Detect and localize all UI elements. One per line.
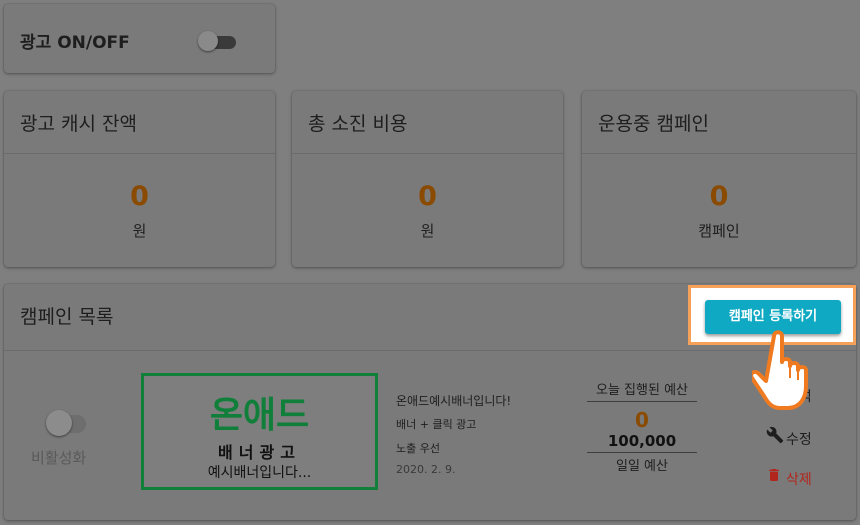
switch-knob [198,31,218,51]
ad-toggle-label: 광고 ON/OFF [20,33,130,53]
divider [582,153,856,154]
active-campaigns-value: 0 [709,181,729,212]
delete-action-label: 삭제 [786,472,812,488]
campaign-name: 온애드예시배너입니다! [396,394,512,408]
campaign-type: 배너 + 클릭 광고 [396,418,477,431]
campaign-banner-image: 온애드 배너광고 예시배너입니다... [141,373,378,490]
pointer-hand-icon [749,330,822,412]
divider [4,350,856,351]
register-campaign-button[interactable]: 캠페인 등록하기 [705,300,841,334]
wrench-icon [766,426,786,448]
ad-toggle-card: 광고 ON/OFF [4,4,275,73]
cash-balance-card: 광고 캐시 잔액 0 원 [4,91,275,267]
banner-subtitle-text: 배너광고 [218,443,301,462]
active-campaigns-unit: 캠페인 [698,222,740,240]
campaign-budget: 오늘 집행된 예산 0 100,000 일일 예산 [587,379,697,474]
campaign-list-title: 캠페인 목록 [20,306,114,328]
cash-balance-unit: 원 [132,222,147,240]
daily-budget-value: 100,000 [587,432,697,453]
banner-caption-text: 예시배너입니다... [207,465,312,481]
total-spent-value: 0 [418,181,437,212]
active-campaigns-card: 운용중 캠페인 0 캠페인 [582,91,856,267]
divider [4,153,275,154]
campaign-date: 2020. 2. 9. [396,463,456,476]
total-spent-card: 총 소진 비용 0 원 [292,91,563,267]
campaign-list-card: 캠페인 목록 캠페인 등록하기 비활성화 온애드 배너광고 예시배너입니다...… [4,284,856,520]
total-spent-title: 총 소진 비용 [308,113,408,135]
cash-balance-title: 광고 캐시 잔액 [20,113,137,135]
campaign-status-label: 비활성화 [31,449,87,467]
ad-toggle-switch[interactable] [198,31,236,51]
today-budget-label: 오늘 집행된 예산 [587,379,697,402]
edit-action[interactable]: 수정 [766,426,812,449]
campaign-priority: 노출 우선 [396,442,440,455]
campaign-active-toggle[interactable] [46,410,88,438]
daily-budget-label: 일일 예산 [616,459,668,474]
total-spent-unit: 원 [420,222,435,240]
banner-brand-text: 온애드 [209,395,310,436]
delete-action[interactable]: 삭제 [766,466,812,489]
switch-knob [46,410,72,436]
divider [292,153,563,154]
trash-icon [766,466,786,488]
today-spent-value: 0 [635,408,649,432]
active-campaigns-title: 운용중 캠페인 [598,113,709,135]
cash-balance-value: 0 [130,181,149,212]
edit-action-label: 수정 [786,432,812,448]
